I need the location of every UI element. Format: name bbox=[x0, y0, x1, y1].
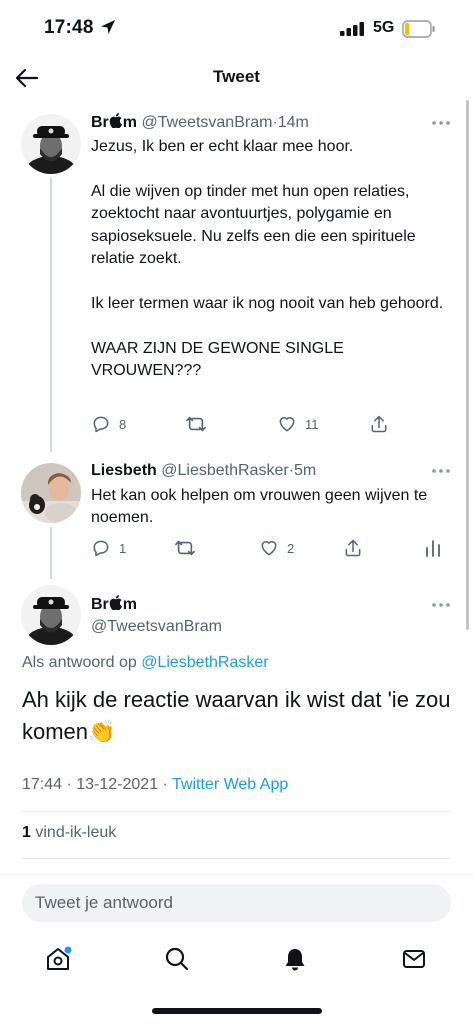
handle[interactable]: @LiesbethRasker bbox=[161, 462, 288, 479]
avatar-image bbox=[21, 585, 81, 645]
avatar[interactable] bbox=[21, 463, 81, 523]
more-options-icon[interactable] bbox=[431, 468, 451, 474]
tweet-time[interactable]: 5m bbox=[294, 462, 316, 479]
location-arrow-icon bbox=[101, 20, 115, 34]
handle[interactable]: @TweetsvanBram bbox=[91, 618, 222, 636]
retweet-icon bbox=[186, 416, 206, 432]
share-icon bbox=[345, 539, 361, 557]
tweet-text: Jezus, Ik ben er echt klaar mee hoor. Al… bbox=[91, 138, 444, 380]
tweet-header: Liesbeth @LiesbethRasker·5m bbox=[91, 462, 316, 480]
search-icon bbox=[165, 947, 189, 971]
tweet-actions: 1 2 bbox=[91, 538, 451, 562]
reply-count: 1 bbox=[119, 540, 127, 556]
reply-icon bbox=[93, 540, 109, 557]
divider bbox=[22, 858, 450, 859]
tab-search[interactable] bbox=[160, 942, 194, 976]
status-bar: 17:48 5G bbox=[0, 0, 473, 58]
like-count: 2 bbox=[287, 540, 295, 556]
tweet-meta: 17:44 · 13-12-2021 · Twitter Web App bbox=[22, 776, 288, 794]
share-button[interactable] bbox=[369, 414, 389, 434]
likes-label: vind-ik-leuk bbox=[35, 824, 117, 841]
retweet-button[interactable] bbox=[174, 538, 196, 558]
signal-icon bbox=[340, 22, 364, 36]
more-options-icon[interactable] bbox=[431, 120, 451, 126]
network-type: 5G bbox=[373, 19, 395, 36]
scrollbar[interactable] bbox=[466, 100, 469, 630]
thread-line bbox=[50, 178, 52, 452]
reply-to-link[interactable]: @LiesbethRasker bbox=[141, 654, 268, 671]
tweet-text: Ah kijk de reactie waarvan ik wist dat '… bbox=[22, 684, 452, 748]
likes-count: 1 bbox=[22, 824, 31, 841]
like-button[interactable]: 11 bbox=[277, 414, 319, 434]
battery-icon bbox=[402, 20, 435, 38]
timestamp: 17:44 · 13-12-2021 · bbox=[22, 776, 168, 793]
apple-logo-icon bbox=[109, 595, 122, 611]
display-name[interactable]: Br m bbox=[91, 595, 137, 614]
source-link[interactable]: Twitter Web App bbox=[172, 776, 288, 793]
like-button[interactable]: 2 bbox=[259, 538, 294, 558]
retweet-icon bbox=[175, 540, 195, 556]
tweet-body: Ah kijk de reactie waarvan ik wist dat '… bbox=[22, 687, 451, 744]
avatar[interactable] bbox=[21, 114, 81, 174]
reply-icon bbox=[93, 416, 109, 433]
like-count: 11 bbox=[305, 416, 319, 432]
bell-icon bbox=[285, 949, 305, 971]
reply-count: 8 bbox=[119, 416, 127, 432]
retweet-button[interactable] bbox=[185, 414, 207, 434]
home-icon bbox=[47, 946, 72, 970]
heart-icon bbox=[261, 541, 277, 556]
reply-context: Als antwoord op @LiesbethRasker bbox=[22, 654, 269, 672]
likes-summary[interactable]: 1 vind-ik-leuk bbox=[22, 824, 116, 842]
clapping-hands-emoji: 👏 bbox=[88, 719, 116, 744]
avatar-image bbox=[21, 463, 81, 523]
tab-notifications[interactable] bbox=[278, 942, 312, 976]
avatar-image bbox=[21, 114, 81, 174]
avatar[interactable] bbox=[21, 585, 81, 645]
share-button[interactable] bbox=[343, 538, 363, 558]
thread-line bbox=[50, 527, 52, 579]
mail-icon bbox=[403, 950, 425, 968]
page-title: Tweet bbox=[213, 67, 260, 86]
tab-home[interactable] bbox=[41, 942, 75, 976]
reply-prefix: Als antwoord op bbox=[22, 654, 137, 671]
analytics-icon bbox=[426, 540, 440, 557]
bottom-tab-bar bbox=[0, 936, 473, 984]
display-name[interactable]: Liesbeth bbox=[91, 462, 157, 479]
handle[interactable]: @TweetsvanBram bbox=[141, 114, 272, 131]
tab-messages[interactable] bbox=[397, 942, 431, 976]
status-time: 17:48 bbox=[44, 17, 94, 38]
reply-button[interactable]: 1 bbox=[91, 538, 126, 558]
tweet-actions: 8 11 bbox=[91, 414, 451, 438]
reply-input[interactable]: Tweet je antwoord bbox=[22, 884, 451, 922]
apple-logo-icon bbox=[109, 113, 122, 129]
top-header: Tweet bbox=[0, 58, 473, 98]
share-icon bbox=[371, 415, 387, 433]
display-name[interactable]: Br m bbox=[91, 113, 137, 131]
home-indicator[interactable] bbox=[152, 1008, 322, 1014]
more-options-icon[interactable] bbox=[431, 602, 451, 608]
analytics-button[interactable] bbox=[425, 538, 441, 558]
tweet-time[interactable]: 14m bbox=[278, 114, 309, 131]
divider bbox=[22, 811, 450, 812]
heart-icon bbox=[279, 417, 295, 432]
tweet-text: Het kan ook helpen om vrouwen geen wijve… bbox=[91, 487, 428, 527]
tweet-header: Br m @TweetsvanBram·14m bbox=[91, 113, 309, 132]
reply-button[interactable]: 8 bbox=[91, 414, 126, 434]
